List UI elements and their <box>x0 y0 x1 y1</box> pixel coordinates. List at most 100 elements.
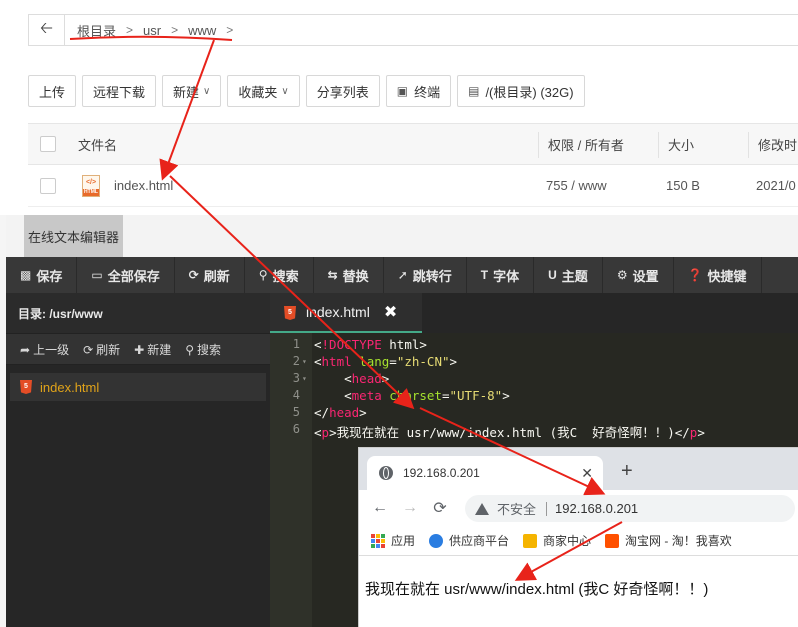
upload-label: 上传 <box>39 84 66 100</box>
forward-arrow-icon[interactable]: → <box>395 499 425 517</box>
breadcrumb-item-root[interactable]: 根目录 <box>71 21 122 40</box>
back-button[interactable]: 🡠 <box>29 15 65 45</box>
browser-navbar: ← → ⟳ 不安全 192.168.0.201 <box>359 490 798 526</box>
code-line[interactable]: 2 ▾ <html lang="zh-CN"> <box>270 354 798 371</box>
replace-button[interactable]: ⇆ 替换 <box>314 257 384 293</box>
sidebar-refresh-button[interactable]: ⟳ 刷新 <box>83 341 120 358</box>
sidebar-refresh-label: 刷新 <box>96 342 121 357</box>
fold-arrow-icon[interactable]: ▾ <box>302 374 307 383</box>
breadcrumb: 根目录 > usr > www > <box>71 15 237 45</box>
search-icon: ⚲ <box>185 342 195 357</box>
refresh-label: 刷新 <box>203 268 230 284</box>
col-permission[interactable]: 权限 / 所有者 <box>548 124 624 164</box>
terminal-label: 终端 <box>414 84 441 100</box>
new-tab-button[interactable]: + <box>621 460 633 483</box>
remote-download-button[interactable]: 远程下载 <box>82 75 157 107</box>
code-line[interactable]: 4 <meta charset="UTF-8"> <box>270 388 798 405</box>
new-dropdown[interactable]: 新建 ∨ <box>162 75 222 107</box>
browser-tab[interactable]: 192.168.0.201 ✕ <box>367 456 603 490</box>
font-button[interactable]: T 字体 <box>467 257 535 293</box>
font-icon: T <box>480 268 489 282</box>
close-icon[interactable]: ✖ <box>384 302 397 322</box>
reload-icon[interactable]: ⟳ <box>425 498 455 518</box>
tab-index-html[interactable]: 5 index.html ✖ <box>270 293 422 333</box>
row-checkbox[interactable] <box>40 165 56 206</box>
save-all-button[interactable]: ▭ 全部保存 <box>77 257 175 293</box>
bookmark-supplier-label: 供应商平台 <box>449 534 510 548</box>
line-number: 3 <box>292 371 300 385</box>
back-arrow-icon[interactable]: ← <box>365 499 395 517</box>
line-number: 5 <box>292 405 300 419</box>
code-line[interactable]: 5 </head> <box>270 405 798 422</box>
share-list-button[interactable]: 分享列表 <box>305 75 380 107</box>
sidebar-actions: ➦ 上一级 ⟳ 刷新 ✚ 新建 ⚲ 搜索 <box>6 333 270 365</box>
editor-titlebar: 在线文本编辑器 <box>6 215 798 257</box>
close-tab-icon[interactable]: ✕ <box>581 465 593 482</box>
save-label: 保存 <box>36 268 63 284</box>
sidebar-new-button[interactable]: ✚ 新建 <box>134 341 171 358</box>
browser-tab-title: 192.168.0.201 <box>403 466 480 480</box>
bookmark-taobao[interactable]: 淘宝网 - 淘！我喜欢 <box>605 532 732 549</box>
file-size: 150 B <box>666 178 700 193</box>
search-button[interactable]: ⚲ 搜索 <box>245 257 314 293</box>
browser-page: 我现在就在 usr/www/index.html (我C 好奇怪啊！！) <box>359 556 798 627</box>
refresh-icon: ⟳ <box>188 268 199 282</box>
code-text: <html lang="zh-CN"> <box>314 354 458 369</box>
sidebar-file-name: index.html <box>40 379 100 395</box>
line-number: 6 <box>292 422 300 436</box>
html-file-icon: </> HTML <box>82 165 100 206</box>
address-bar[interactable]: 不安全 192.168.0.201 <box>465 495 795 522</box>
shortcuts-button[interactable]: ❓ 快捷键 <box>674 257 762 293</box>
bookmark-apps[interactable]: 应用 <box>371 532 415 549</box>
goto-line-button[interactable]: ➚ 跳转行 <box>384 257 467 293</box>
settings-label: 设置 <box>632 268 659 284</box>
fold-arrow-icon[interactable]: ▾ <box>302 357 307 366</box>
directory-label: 目录: /usr/www <box>6 293 270 333</box>
disk-button[interactable]: ▤ /(根目录) (32G) <box>457 75 585 107</box>
sidebar-new-label: 新建 <box>147 342 172 357</box>
col-modified[interactable]: 修改时 <box>758 124 797 164</box>
breadcrumb-bar: 🡠 根目录 > usr > www > <box>28 14 798 46</box>
refresh-icon: ⟳ <box>83 342 94 357</box>
code-text: <head> <box>314 371 390 386</box>
col-filename[interactable]: 文件名 <box>78 124 117 164</box>
favorites-dropdown[interactable]: 收藏夹 ∨ <box>227 75 300 107</box>
bookmark-supplier[interactable]: 供应商平台 <box>429 532 509 549</box>
bookmark-merchant[interactable]: 商家中心 <box>523 532 591 549</box>
settings-button[interactable]: ⚙ 设置 <box>603 257 674 293</box>
goto-line-label: 跳转行 <box>412 268 452 284</box>
insecure-label: 不安全 <box>497 502 537 517</box>
save-icon: ▩ <box>20 268 32 282</box>
page-text: 我现在就在 usr/www/index.html (我C 好奇怪啊！！) <box>365 581 709 598</box>
supplier-icon <box>429 533 444 548</box>
chevron-right-icon: > <box>226 23 234 37</box>
terminal-button[interactable]: ▣ 终端 <box>385 75 452 107</box>
chevron-right-icon: > <box>126 23 134 37</box>
line-number: 4 <box>292 388 300 402</box>
table-row[interactable]: </> HTML index.html 755 / www 150 B 2021/… <box>28 165 798 207</box>
code-line[interactable]: 6 <p>我现在就在 usr/www/index.html (我C 好奇怪啊！！)… <box>270 422 798 440</box>
code-line[interactable]: 1 <!DOCTYPE html> <box>270 337 798 354</box>
refresh-button[interactable]: ⟳ 刷新 <box>175 257 245 293</box>
remote-download-label: 远程下载 <box>93 84 146 100</box>
theme-button[interactable]: U 主题 <box>534 257 603 293</box>
breadcrumb-item-usr[interactable]: usr <box>137 23 167 38</box>
help-icon: ❓ <box>687 268 703 282</box>
col-size[interactable]: 大小 <box>668 124 694 164</box>
replace-icon: ⇆ <box>327 268 338 282</box>
arrow-up-icon: ➦ <box>20 342 31 357</box>
html5-icon: 5 <box>20 380 32 394</box>
save-button[interactable]: ▩ 保存 <box>6 257 78 293</box>
breadcrumb-item-www[interactable]: www <box>182 23 222 38</box>
parent-dir-button[interactable]: ➦ 上一级 <box>20 341 69 358</box>
file-modified: 2021/0 <box>756 178 796 193</box>
sidebar-file-item[interactable]: 5 index.html <box>10 373 266 401</box>
code-line[interactable]: 3 ▾ <head> <box>270 371 798 388</box>
file-name[interactable]: index.html <box>114 165 173 206</box>
file-toolbar: 上传 远程下载 新建 ∨ 收藏夹 ∨ 分享列表 ▣ 终端 ▤/(根目录) (32G) <box>28 75 585 107</box>
terminal-icon: ▣ <box>396 84 409 98</box>
select-all-checkbox[interactable] <box>40 124 56 164</box>
upload-button[interactable]: 上传 <box>28 75 77 107</box>
theme-icon: U <box>548 268 557 282</box>
sidebar-search-button[interactable]: ⚲ 搜索 <box>185 341 221 358</box>
